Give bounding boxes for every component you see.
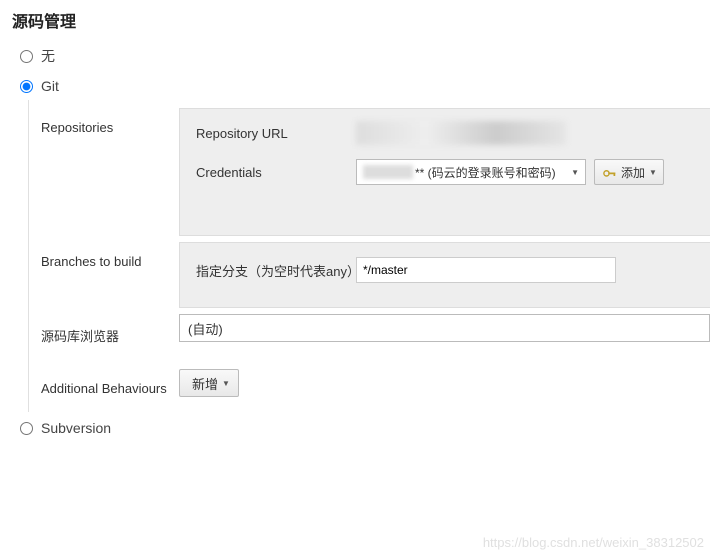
radio-git[interactable] xyxy=(20,80,33,93)
branches-panel: 指定分支（为空时代表any） xyxy=(179,242,710,308)
radio-none[interactable] xyxy=(20,50,33,63)
add-credentials-label: 添加 xyxy=(621,164,645,181)
repo-browser-select[interactable]: (自动) xyxy=(179,314,710,342)
caret-down-icon: ▼ xyxy=(649,168,657,177)
repositories-panel: Repository URL Credentials ** (码云的登录账号和密… xyxy=(179,108,710,236)
branch-spec-input[interactable] xyxy=(356,257,616,283)
scm-option-none[interactable]: 无 xyxy=(0,40,710,72)
scm-option-git[interactable]: Git xyxy=(0,72,710,100)
branch-spec-label: 指定分支（为空时代表any） xyxy=(196,261,356,280)
repo-url-label: Repository URL xyxy=(196,126,356,141)
section-title: 源码管理 xyxy=(0,0,710,40)
repo-url-input[interactable] xyxy=(356,121,566,145)
add-behaviour-label: 新增 xyxy=(192,374,218,393)
credentials-selected: ** (码云的登录账号和密码) xyxy=(415,164,556,181)
add-behaviour-button[interactable]: 新增 ▼ xyxy=(179,369,239,397)
credentials-label: Credentials xyxy=(196,165,356,180)
repo-browser-label: 源码库浏览器 xyxy=(29,314,179,357)
add-credentials-button[interactable]: 添加 ▼ xyxy=(594,159,664,185)
radio-none-label: 无 xyxy=(41,46,55,66)
repositories-label: Repositories xyxy=(29,108,179,147)
radio-git-label: Git xyxy=(41,78,59,94)
caret-down-icon: ▼ xyxy=(222,379,230,388)
credentials-blur xyxy=(363,165,413,179)
scm-option-subversion[interactable]: Subversion xyxy=(0,414,710,442)
key-icon xyxy=(603,167,617,177)
radio-subversion[interactable] xyxy=(20,422,33,435)
watermark: https://blog.csdn.net/weixin_38312502 xyxy=(483,535,704,550)
radio-subversion-label: Subversion xyxy=(41,420,111,436)
git-config-body: Repositories Repository URL Credentials … xyxy=(28,100,710,412)
credentials-select[interactable]: ** (码云的登录账号和密码) xyxy=(356,159,586,185)
branches-label: Branches to build xyxy=(29,242,179,281)
behaviours-label: Additional Behaviours xyxy=(29,369,179,408)
